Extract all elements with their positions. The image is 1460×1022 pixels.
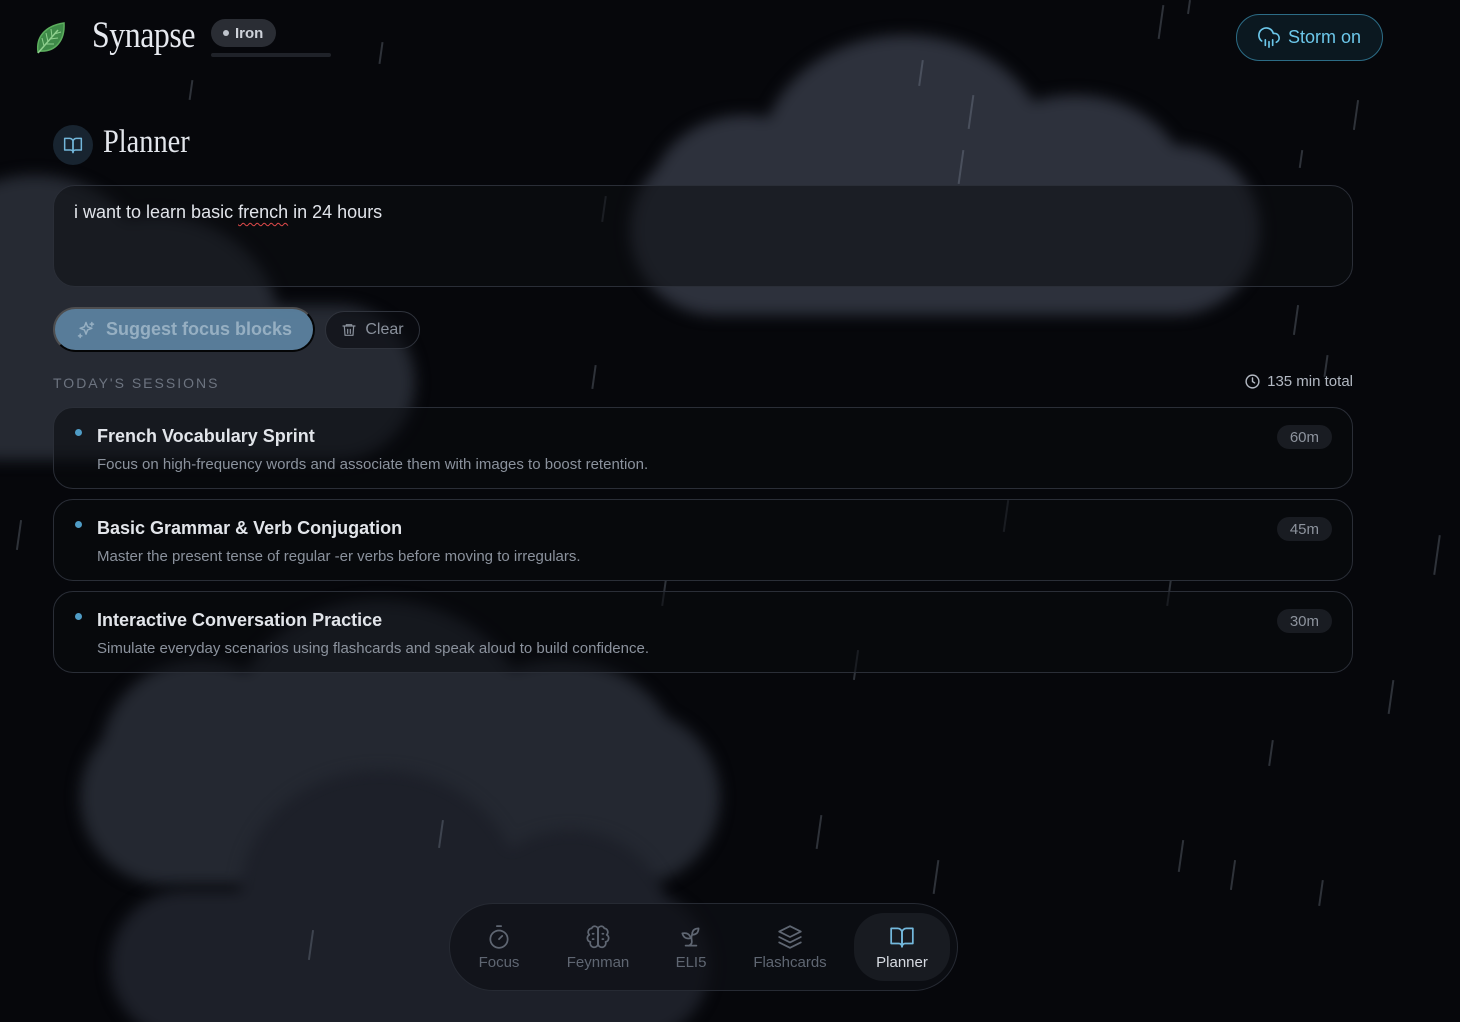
sessions-section-label: TODAY'S SESSIONS <box>53 375 220 391</box>
nav-item-focus[interactable]: Focus <box>459 913 539 981</box>
total-duration-label: 135 min total <box>1267 373 1353 390</box>
nav-item-feynman[interactable]: Feynman <box>550 913 646 981</box>
sprout-icon <box>681 926 700 947</box>
session-title: Interactive Conversation Practice <box>97 610 383 630</box>
brain-icon <box>586 924 610 948</box>
nav-label: ELI5 <box>675 953 707 971</box>
goal-text-part: in 24 hours <box>288 202 383 222</box>
app-background: Synapse Iron Storm on Planner i want to … <box>0 0 1460 1022</box>
trash-icon <box>342 324 356 336</box>
bottom-nav: Focus Feynman ELI5 Flashcards Planner <box>449 903 958 991</box>
suggest-focus-blocks-button[interactable]: Suggest focus blocks <box>53 307 315 352</box>
session-bullet <box>75 521 82 528</box>
book-open-icon <box>63 137 83 154</box>
nav-label: Planner <box>876 953 928 971</box>
nav-item-flashcards[interactable]: Flashcards <box>740 913 840 981</box>
session-bullet <box>75 613 82 620</box>
rank-label: Iron <box>235 24 264 42</box>
session-card[interactable]: Basic Grammar & Verb Conjugation Master … <box>53 499 1353 581</box>
goal-textarea[interactable]: i want to learn basic french in 24 hours <box>53 185 1353 287</box>
session-card[interactable]: French Vocabulary Sprint Focus on high-f… <box>53 407 1353 489</box>
session-title: Basic Grammar & Verb Conjugation <box>97 518 403 538</box>
session-duration-badge: 30m <box>1276 609 1332 633</box>
suggest-label: Suggest focus blocks <box>105 319 293 339</box>
planner-heading-icon-badge <box>53 125 93 165</box>
nav-label: Flashcards <box>753 953 827 971</box>
app-title: Synapse <box>92 15 196 56</box>
rank-progress-bar <box>211 53 331 57</box>
session-description: Master the present tense of regular -er … <box>97 548 581 565</box>
session-duration-badge: 60m <box>1276 425 1332 449</box>
rank-dot <box>223 30 229 36</box>
nav-label: Feynman <box>566 953 630 971</box>
goal-text-misspelled-word: french <box>238 202 289 222</box>
page-title: Planner <box>103 124 190 160</box>
leaf-icon <box>36 22 65 54</box>
nav-label: Focus <box>478 953 520 971</box>
clear-button[interactable]: Clear <box>325 311 420 349</box>
goal-text-part: i want to learn basic <box>74 202 239 222</box>
session-bullet <box>75 429 82 436</box>
session-description: Simulate everyday scenarios using flashc… <box>97 640 649 657</box>
session-card[interactable]: Interactive Conversation Practice Simula… <box>53 591 1353 673</box>
cloud-rain-icon <box>1258 26 1280 48</box>
clear-label: Clear <box>365 321 404 338</box>
timer-icon <box>489 924 509 949</box>
storm-label: Storm on <box>1287 27 1362 47</box>
rank-badge: Iron <box>211 19 277 47</box>
clock-icon <box>1245 374 1260 389</box>
session-title: French Vocabulary Sprint <box>97 426 315 446</box>
total-duration: 135 min total <box>1244 373 1353 390</box>
layers-icon <box>778 924 802 949</box>
session-duration-badge: 45m <box>1276 517 1332 541</box>
session-description: Focus on high-frequency words and associ… <box>97 456 649 473</box>
nav-item-planner[interactable]: Planner <box>854 913 950 981</box>
nav-item-eli5[interactable]: ELI5 <box>657 913 725 981</box>
book-open-icon <box>890 926 914 948</box>
sparkles-icon <box>77 321 95 338</box>
storm-toggle-button[interactable]: Storm on <box>1236 14 1383 61</box>
